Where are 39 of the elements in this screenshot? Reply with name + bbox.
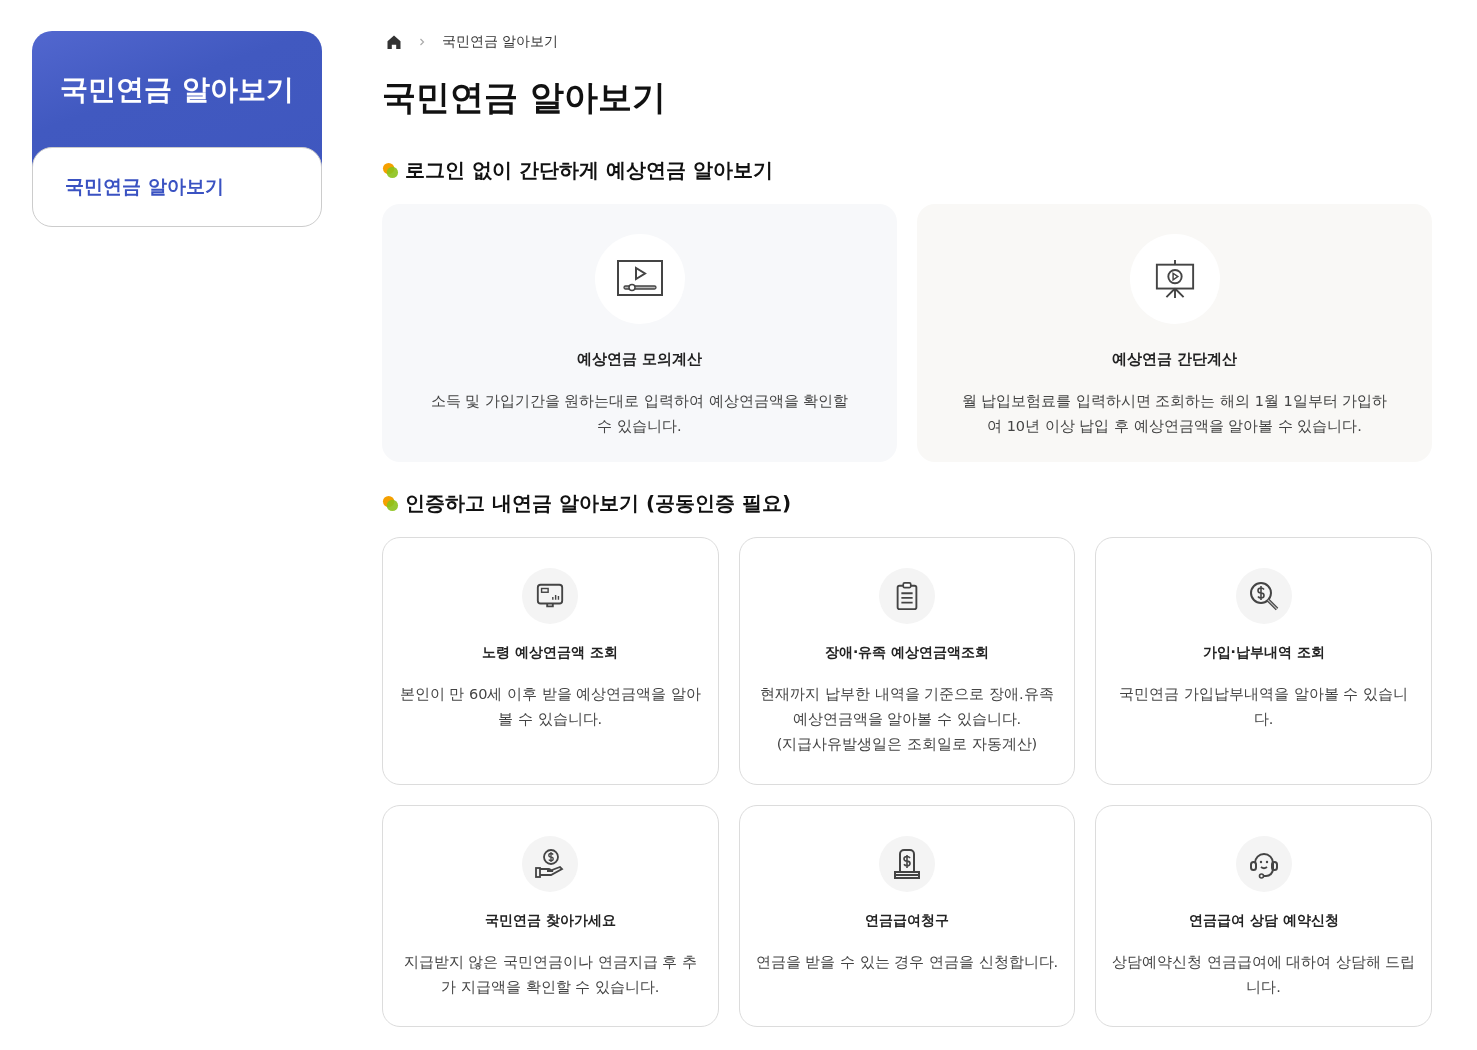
card-description: 현재까지 납부한 내역을 기준으로 장애.유족 예상연금액을 알아볼 수 있습니다.: [759, 685, 1055, 729]
sidebar-item[interactable]: 국민연금 알아보기: [65, 174, 224, 200]
card-title: 노령 예상연금액 조회: [482, 644, 619, 662]
service-card[interactable]: 가입·납부내역 조회 국민연금 가입납부내역을 알아볼 수 있습니다.: [1095, 537, 1432, 785]
service-card[interactable]: 장애·유족 예상연금액조회 현재까지 납부한 내역을 기준으로 장애.유족 예상연금액을 알아볼 수 있습니다. (지급사유발생일은 조회일로 자동계산): [738, 537, 1076, 785]
card-title: 가입·납부내역 조회: [1202, 644, 1325, 662]
card-description: 연금을 받을 수 있는 경우 연금을 신청합니다.: [755, 953, 1059, 972]
sidebar-title: 국민연금 알아보기: [60, 72, 294, 108]
card-title: 국민연금 찾아가세요: [484, 912, 616, 930]
card-title: 장애·유족 예상연금액조회: [824, 644, 990, 662]
card-description: 소득 및 가입기간을 원하는대로 입력하여 예상연금액을 확인할 수 있습니다.: [429, 392, 850, 436]
service-card[interactable]: 노령 예상연금액 조회 본인이 만 60세 이후 받을 예상연금액을 알아볼 수 있습니다.: [382, 537, 719, 785]
bullet-icon: [382, 495, 399, 512]
chevron-icon: [418, 38, 426, 46]
card-title: 연금급여청구: [865, 912, 949, 930]
service-card[interactable]: 연금급여 상담 예약신청 상담예약신청 연금급여에 대하여 상담해 드립니다.: [1095, 805, 1432, 1027]
service-card[interactable]: 예상연금 모의계산 소득 및 가입기간을 원하는대로 입력하여 예상연금액을 확인할 수 있습니다.: [382, 204, 897, 462]
card-description: 지급받지 않은 국민연금이나 연금지급 후 추가 지급액을 확인할 수 있습니다.: [402, 953, 698, 997]
home-icon[interactable]: [386, 34, 402, 50]
service-card[interactable]: 예상연금 간단계산 월 납입보험료를 입력하시면 조회하는 해의 1월 1일부터 가입하여 10년 이상 납입 후 예상연금액을 알아볼 수 있습니다.: [917, 204, 1432, 462]
section-heading: 로그인 없이 간단하게 예상연금 알아보기: [405, 157, 773, 184]
search-icon: [1247, 580, 1280, 612]
card-title: 연금급여 상담 예약신청: [1188, 912, 1339, 930]
service-card[interactable]: 연금급여청구 연금을 받을 수 있는 경우 연금을 신청합니다.: [738, 805, 1076, 1027]
service-card[interactable]: 국민연금 찾아가세요 지급받지 않은 국민연금이나 연금지급 후 추가 지급액을 확인할 수 있습니다.: [382, 805, 719, 1027]
card-description: 월 납입보험료를 입력하시면 조회하는 해의 1월 1일부터 가입하여 10년 이상 납입 후 예상연금액을 알아볼 수 있습니다.: [960, 392, 1389, 436]
breadcrumb-link[interactable]: 국민연금 알아보기: [442, 33, 559, 51]
section-heading: 인증하고 내연금 알아보기 (공동인증 필요): [405, 490, 792, 517]
presentation-board-icon: [1153, 258, 1196, 300]
bullet-icon: [382, 162, 399, 179]
card-note: (지급사유발생일은 조회일로 자동계산): [776, 735, 1038, 754]
video-player-icon: [615, 259, 664, 299]
card-description: 상담예약신청 연금급여에 대하여 상담해 드립니다.: [1110, 953, 1417, 997]
card-description: 본인이 만 60세 이후 받을 예상연금액을 알아볼 수 있습니다.: [398, 685, 702, 729]
page-title: 국민연금 알아보기: [382, 76, 667, 119]
card-title: 예상연금 모의계산: [576, 350, 703, 369]
document-dollar-icon: [891, 848, 923, 880]
card-description: 국민연금 가입납부내역을 알아볼 수 있습니다.: [1118, 685, 1409, 729]
card-title: 예상연금 간단계산: [1111, 350, 1238, 369]
